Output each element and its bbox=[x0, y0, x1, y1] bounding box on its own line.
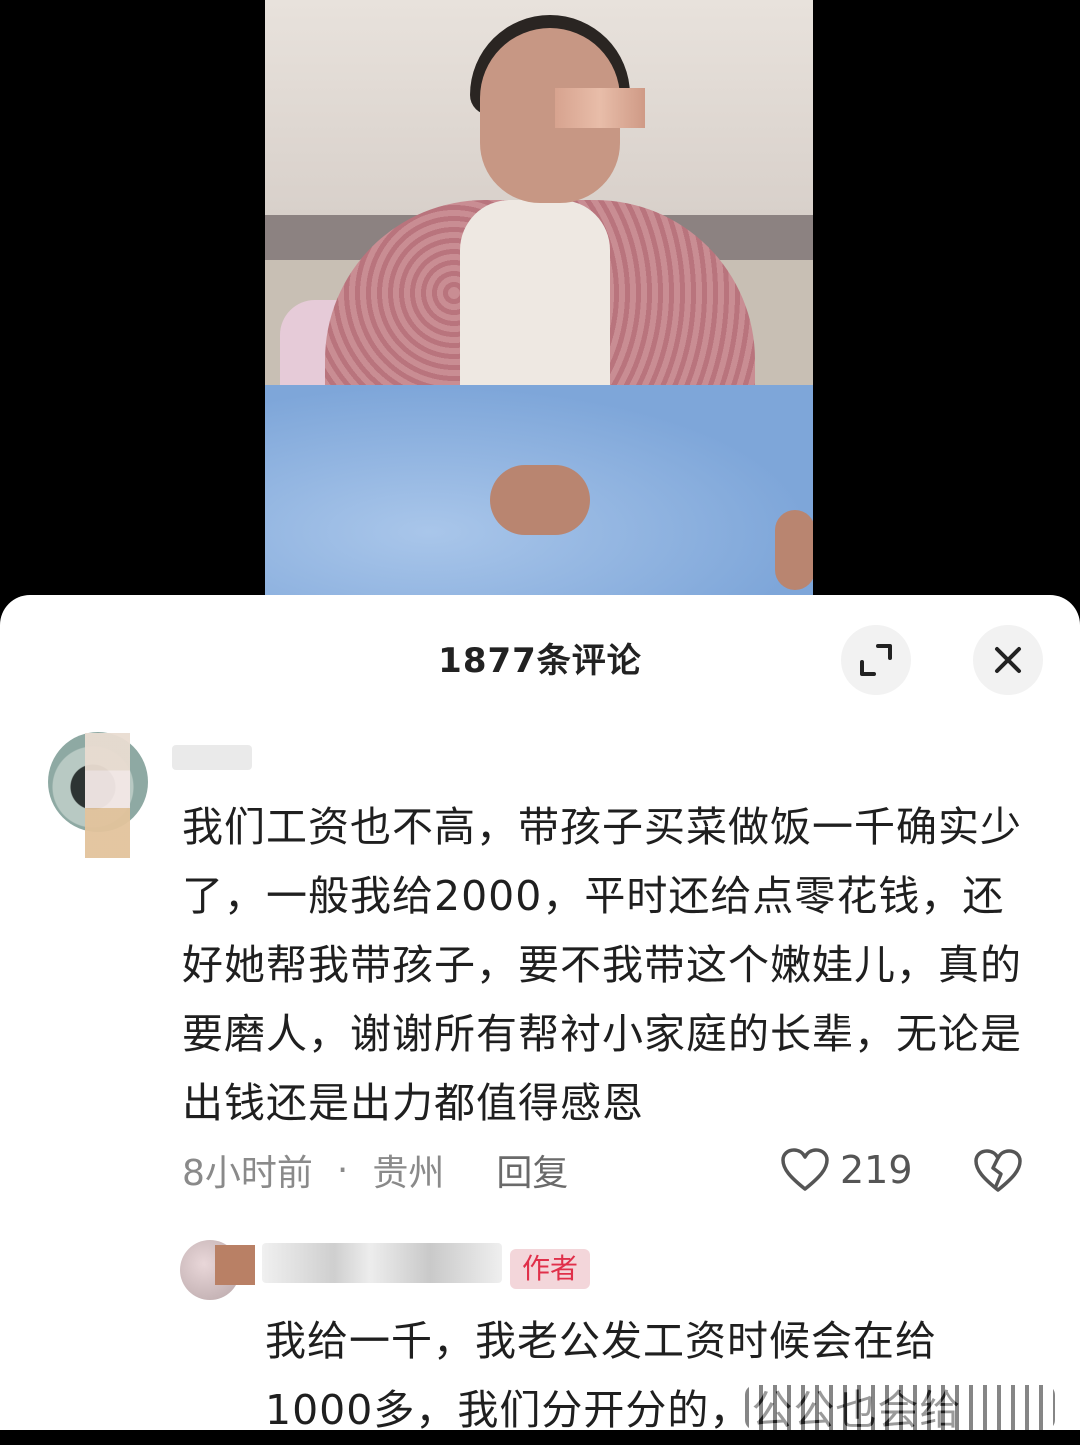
comment-location: 贵州 bbox=[372, 1153, 445, 1194]
video-frame[interactable] bbox=[265, 0, 813, 595]
video-person-hand-right bbox=[775, 510, 813, 590]
close-icon bbox=[995, 647, 1021, 673]
dislike-button[interactable] bbox=[973, 1148, 1023, 1198]
avatar-mosaic bbox=[85, 733, 130, 858]
video-area[interactable] bbox=[0, 0, 1080, 640]
video-person-hand bbox=[490, 465, 590, 535]
author-badge: 作者 bbox=[510, 1249, 591, 1289]
close-button[interactable] bbox=[973, 625, 1043, 695]
expand-button[interactable] bbox=[841, 625, 911, 695]
comments-panel: 1877条评论 我们工资也不高，带孩子买菜做饭一千确实少了，一般我给2000，平… bbox=[0, 595, 1080, 1434]
comment-text: 我们工资也不高，带孩子买菜做饭一千确实少了，一般我给2000，平时还给点零花钱，… bbox=[182, 803, 1022, 1127]
comments-count-title: 1877条评论 bbox=[438, 641, 642, 681]
username-blurred[interactable] bbox=[172, 745, 252, 770]
reply-username-blurred[interactable] bbox=[262, 1243, 502, 1283]
scribble-overlay bbox=[745, 1385, 1055, 1430]
like-count: 219 bbox=[840, 1148, 913, 1192]
heart-icon bbox=[781, 1148, 829, 1191]
meta-separator: · bbox=[336, 1149, 349, 1191]
comment-meta: 8小时前 · 贵州 回复 bbox=[182, 1145, 568, 1195]
expand-icon bbox=[860, 644, 892, 676]
reply-button[interactable]: 回复 bbox=[496, 1144, 568, 1196]
face-mosaic bbox=[555, 88, 645, 128]
comment-time: 8小时前 bbox=[182, 1153, 313, 1194]
broken-heart-icon bbox=[974, 1149, 1022, 1192]
reply-avatar-mosaic bbox=[215, 1245, 255, 1285]
like-button[interactable]: 219 bbox=[780, 1145, 913, 1195]
